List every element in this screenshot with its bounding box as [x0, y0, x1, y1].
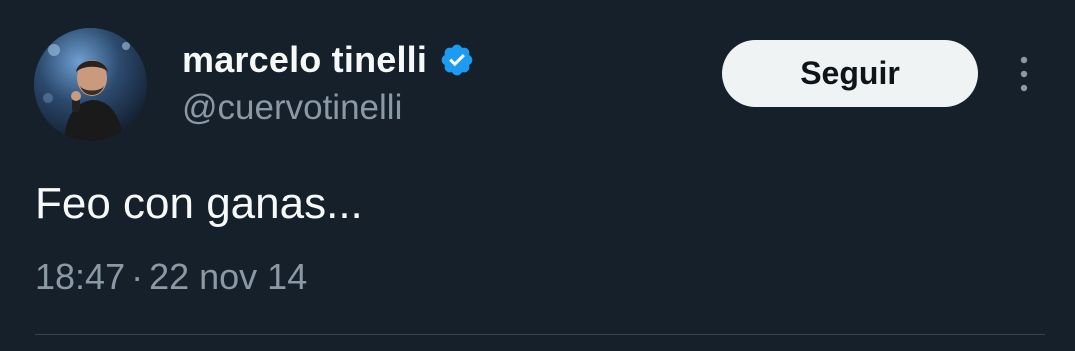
- tweet-timestamp[interactable]: 18:47 · 22 nov 14: [35, 254, 307, 300]
- tweet-card: marcelo tinelli @cuervotinelli Seguir Fe…: [0, 0, 1075, 351]
- avatar-photo: [34, 28, 147, 141]
- more-vertical-icon: [1020, 56, 1028, 92]
- tweet-text: Feo con ganas...: [35, 179, 363, 228]
- more-options-button[interactable]: [1006, 52, 1042, 96]
- verified-badge-icon[interactable]: [439, 42, 475, 78]
- tweet-time: 18:47: [35, 256, 126, 297]
- follow-button[interactable]: Seguir: [722, 40, 978, 107]
- author-display-name[interactable]: marcelo tinelli: [182, 38, 427, 82]
- meta-separator: ·: [131, 256, 144, 297]
- author-name-row: marcelo tinelli: [182, 38, 475, 82]
- author-handle[interactable]: @cuervotinelli: [182, 86, 402, 130]
- tweet-date: 22 nov 14: [149, 256, 308, 297]
- avatar[interactable]: [34, 28, 147, 141]
- divider: [35, 334, 1045, 335]
